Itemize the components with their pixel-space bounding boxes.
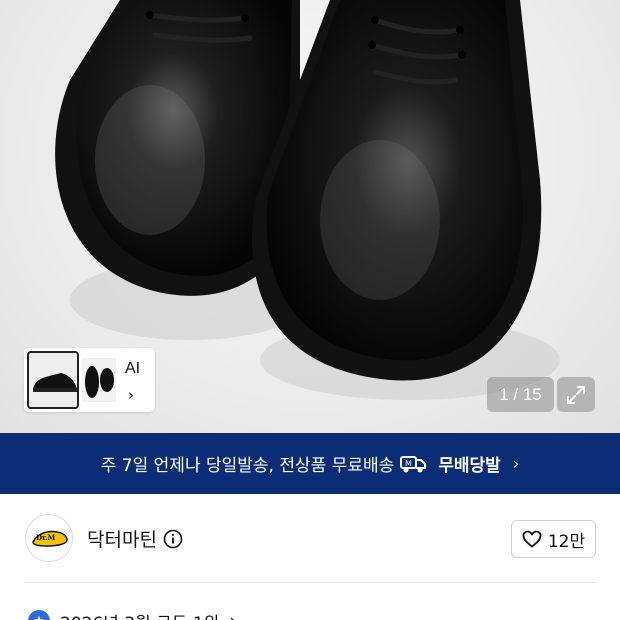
brand-name[interactable]: 닥터마틴 bbox=[87, 525, 183, 552]
brand-row: Dr.M 닥터마틴 12만 bbox=[0, 494, 620, 586]
heart-icon bbox=[522, 530, 542, 548]
divider bbox=[24, 582, 596, 583]
shoe-side-thumbnail[interactable] bbox=[27, 351, 79, 409]
chevron-right-icon[interactable]: › bbox=[128, 386, 134, 404]
shipping-banner[interactable]: 주 7일 언제나 당일발송, 전상품 무료배송 M 무배당발 › bbox=[0, 433, 620, 494]
like-button[interactable]: 12만 bbox=[511, 520, 596, 558]
chevron-right-icon: › bbox=[512, 454, 520, 473]
image-counter: 1 / 15 bbox=[487, 377, 554, 412]
product-image[interactable]: AI › 1 / 15 bbox=[0, 0, 620, 433]
svg-text:M: M bbox=[405, 459, 412, 468]
shipping-brand-label: 무배당발 bbox=[438, 456, 501, 476]
shoe-pair-thumbnail[interactable] bbox=[82, 358, 116, 402]
rank-star-icon: ★ bbox=[28, 610, 50, 620]
delivery-truck-icon: M bbox=[400, 455, 427, 472]
brand-logo[interactable]: Dr.M bbox=[25, 514, 73, 562]
shipping-banner-text: 주 7일 언제나 당일발송, 전상품 무료배송 bbox=[100, 456, 395, 476]
expand-button[interactable] bbox=[557, 377, 595, 412]
ranking-text: 2026년 3월 구두 1위 bbox=[60, 609, 219, 620]
ranking-row[interactable]: ★ 2026년 3월 구두 1위 › bbox=[28, 606, 236, 620]
brand-name-text: 닥터마틴 bbox=[87, 529, 157, 551]
svg-text:Dr.M: Dr.M bbox=[36, 533, 56, 542]
expand-icon bbox=[567, 385, 585, 404]
info-icon[interactable] bbox=[163, 529, 183, 549]
thumbnail-strip[interactable]: AI › bbox=[24, 348, 155, 412]
ai-label[interactable]: AI bbox=[125, 360, 140, 378]
chevron-right-icon: › bbox=[229, 611, 236, 620]
like-count: 12만 bbox=[547, 531, 586, 552]
